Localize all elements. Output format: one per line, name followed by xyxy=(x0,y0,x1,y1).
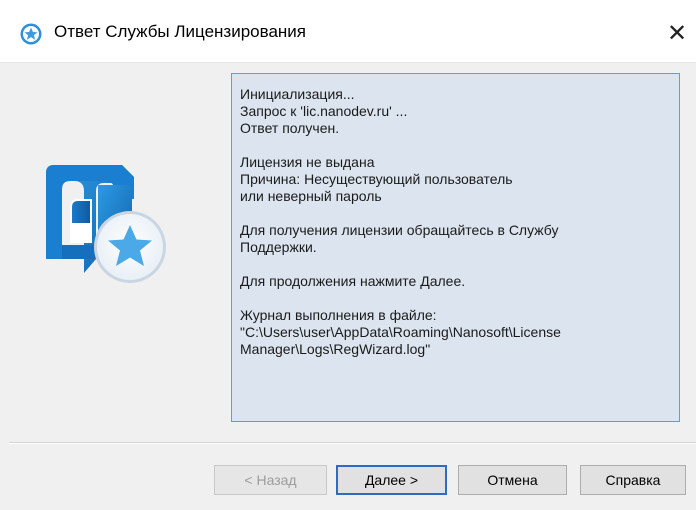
message-line: Лицензия не выдана xyxy=(240,154,375,170)
close-button[interactable]: ✕ xyxy=(658,14,696,52)
message-line: Причина: Несуществующий пользователь xyxy=(240,171,513,187)
message-line xyxy=(240,290,671,307)
message-line: Поддержки. xyxy=(240,239,317,255)
back-button[interactable]: < Назад xyxy=(214,465,327,495)
next-button[interactable]: Далее > xyxy=(336,465,447,495)
title-bar: Ответ Службы Лицензирования ✕ xyxy=(0,0,696,63)
message-line: Для получения лицензии обращайтесь в Слу… xyxy=(240,222,559,238)
message-line: Запрос к 'lic.nanodev.ru' ... xyxy=(240,103,408,119)
message-line: Журнал выполнения в файле: xyxy=(240,307,437,323)
help-button[interactable]: Справка xyxy=(580,465,686,495)
message-line: Manager\Logs\RegWizard.log" xyxy=(240,341,431,357)
license-response-dialog: Ответ Службы Лицензирования ✕ Инициализа… xyxy=(0,0,696,510)
cancel-button[interactable]: Отмена xyxy=(458,465,567,495)
message-line xyxy=(240,137,671,154)
message-panel: Инициализация... Запрос к 'lic.nanodev.r… xyxy=(231,73,680,422)
message-line xyxy=(240,205,671,222)
footer-divider xyxy=(9,442,696,444)
message-line: или неверный пароль xyxy=(240,188,382,204)
close-icon: ✕ xyxy=(666,19,688,47)
message-line: Для продолжения нажмите Далее. xyxy=(240,273,466,289)
window-title: Ответ Службы Лицензирования xyxy=(54,22,307,41)
message-line: "C:\Users\user\AppData\Roaming\Nanosoft\… xyxy=(240,324,561,340)
message-line: Ответ получен. xyxy=(240,120,340,136)
message-line: Инициализация... xyxy=(240,86,355,102)
app-logo-with-star-icon xyxy=(46,165,166,283)
message-line xyxy=(240,256,671,273)
star-badge-icon xyxy=(20,23,42,45)
